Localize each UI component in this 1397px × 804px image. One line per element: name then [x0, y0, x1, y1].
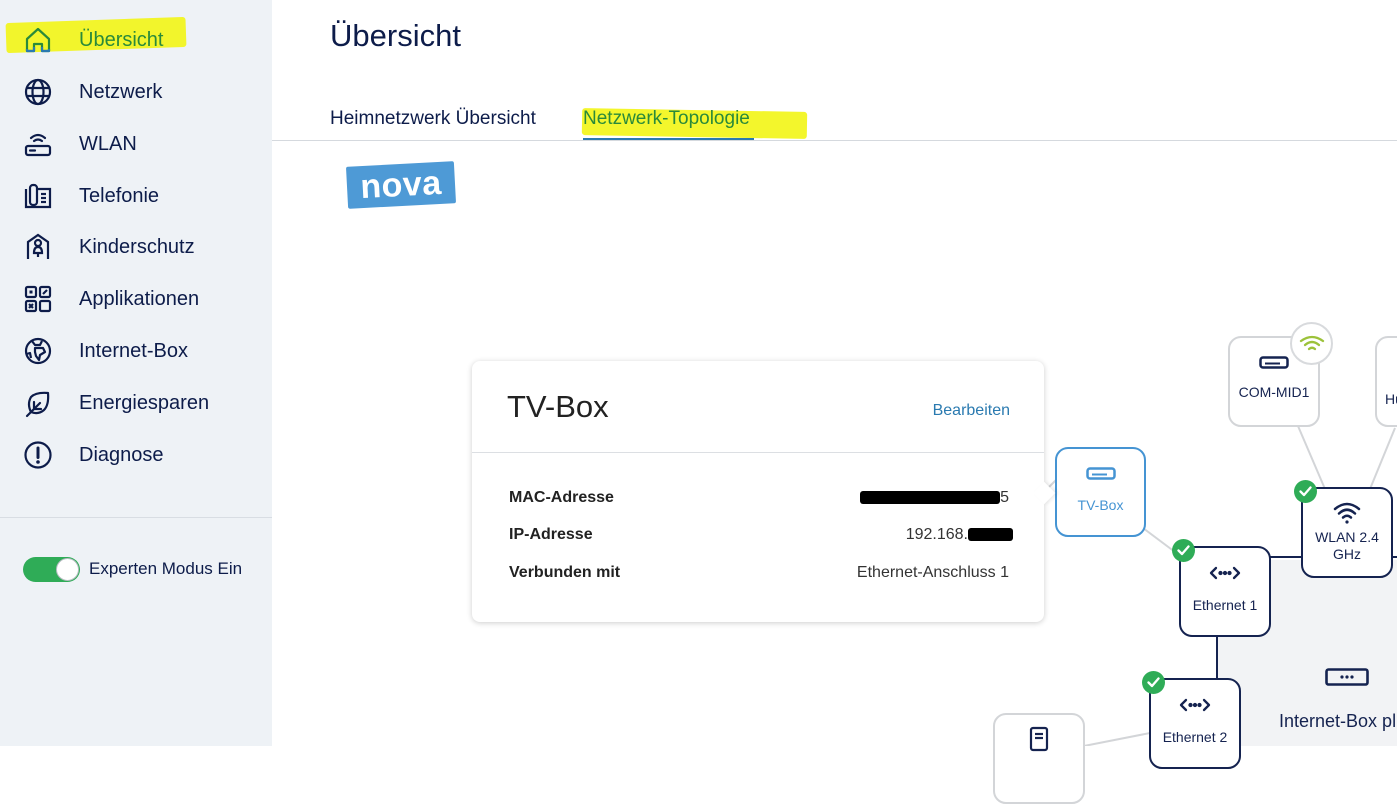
page-title: Übersicht [330, 18, 461, 53]
edit-button[interactable]: Bearbeiten [933, 402, 1010, 420]
nova-logo: nova [345, 161, 457, 209]
wifi-icon [1333, 501, 1361, 525]
globe-icon [22, 76, 54, 108]
node-label-line1: WLAN 2.4 [1315, 529, 1379, 545]
status-ok-icon [1142, 671, 1165, 694]
sidebar-divider [0, 517, 272, 518]
detail-key: MAC-Adresse [509, 489, 614, 506]
popup-divider [472, 452, 1044, 453]
redaction-bar [860, 491, 1001, 505]
detail-key: IP-Adresse [509, 526, 593, 543]
sidebar-item-telefonie[interactable]: Telefonie [0, 174, 272, 218]
sidebar-item-label: Kinderschutz [79, 235, 195, 258]
expert-mode-label: Experten Modus Ein [89, 559, 243, 578]
node-label: TV-Box [1077, 497, 1124, 513]
toggle-knob [56, 558, 79, 581]
set-top-box-icon [1085, 467, 1116, 481]
mac-value-redacted: 5 [860, 489, 1009, 507]
child-protection-icon [22, 231, 54, 263]
router-wifi-icon [22, 128, 54, 160]
node-ethernet-2[interactable]: Ethernet 2 [1149, 678, 1241, 769]
active-tab-indicator [583, 138, 754, 140]
sidebar-item-diagnose[interactable]: Diagnose [0, 433, 272, 477]
computer-tower-icon [1029, 726, 1049, 752]
home-icon [22, 24, 54, 56]
redaction-bar [968, 528, 1013, 542]
ethernet-icon [1179, 697, 1211, 713]
status-ok-icon [1294, 480, 1317, 503]
set-top-box-icon [1259, 356, 1289, 370]
detail-row-mac: MAC-Adresse 5 [509, 489, 1009, 511]
node-label: Ethernet 2 [1162, 729, 1228, 745]
sidebar-item-label: Internet-Box [79, 339, 188, 362]
sidebar-item-energiesparen[interactable]: Energiesparen [0, 381, 272, 425]
wifi-connection-badge [1290, 322, 1333, 365]
sidebar-item-netzwerk[interactable]: Netzwerk [0, 70, 272, 114]
node-hu-device[interactable]: Hu [1375, 336, 1397, 427]
sidebar-item-label: Übersicht [79, 28, 164, 51]
link-pc-ethernet2 [1083, 732, 1151, 746]
sidebar-item-label: Diagnose [79, 443, 164, 466]
sidebar-item-label: Telefonie [79, 184, 160, 207]
device-detail-popup: TV-Box Bearbeiten MAC-Adresse 5 IP-Adres… [472, 361, 1056, 622]
sidebar-item-label: Netzwerk [79, 80, 163, 103]
tab-netzwerk-topologie[interactable]: Netzwerk-Topologie [583, 108, 750, 130]
sidebar-item-label: Energiesparen [79, 391, 210, 414]
node-pc-device[interactable] [993, 713, 1085, 804]
ethernet-icon [1209, 565, 1241, 581]
sidebar-item-internet-box[interactable]: Internet-Box [0, 329, 272, 373]
expert-mode-toggle[interactable] [23, 557, 80, 582]
popup-title: TV-Box [507, 389, 609, 424]
detail-row-connected: Verbunden mit Ethernet-Anschluss 1 [509, 564, 1009, 586]
node-wlan-24[interactable]: WLAN 2.4 GHz [1301, 487, 1393, 578]
ip-value: 192.168. [906, 526, 1013, 544]
sidebar-item-label: WLAN [79, 132, 137, 155]
popup-arrow [1032, 481, 1056, 505]
apps-icon [22, 283, 54, 315]
leaf-icon [22, 387, 54, 419]
sidebar-item-applikationen[interactable]: Applikationen [0, 277, 272, 321]
tab-heimnetzwerk-uebersicht[interactable]: Heimnetzwerk Übersicht [330, 108, 536, 130]
sidebar: Übersicht Netzwerk WLAN Telefonie Kinder… [0, 0, 272, 746]
sidebar-item-uebersicht[interactable]: Übersicht [0, 18, 272, 62]
internet-box-icon [1325, 668, 1369, 693]
status-ok-icon [1172, 539, 1195, 562]
wifi-icon [1299, 335, 1324, 350]
detail-value: Ethernet-Anschluss 1 [856, 564, 1009, 581]
phone-icon [22, 180, 54, 212]
detail-key: Verbunden mit [509, 564, 621, 581]
node-tv-box[interactable]: TV-Box [1055, 447, 1146, 537]
sidebar-item-wlan[interactable]: WLAN [0, 122, 272, 166]
link-hu-wlan [1369, 427, 1396, 490]
earth-icon [22, 335, 54, 367]
node-label: COM-MID1 [1238, 384, 1310, 400]
node-label: Hu [1385, 391, 1397, 407]
node-label-line2: GHz [1333, 546, 1361, 562]
detail-row-ip: IP-Adresse 192.168. [509, 526, 1013, 548]
node-label: Internet-Box pl [1279, 711, 1397, 731]
tab-bar: Heimnetzwerk Übersicht Netzwerk-Topologi… [272, 100, 1397, 141]
node-internet-box[interactable]: Internet-Box pl [1270, 660, 1397, 746]
alert-circle-icon [22, 439, 54, 471]
sidebar-item-kinderschutz[interactable]: Kinderschutz [0, 225, 272, 269]
sidebar-item-label: Applikationen [79, 287, 200, 310]
node-ethernet-1[interactable]: Ethernet 1 [1179, 546, 1271, 637]
ip-prefix: 192.168. [905, 526, 968, 543]
node-label: Ethernet 1 [1192, 597, 1258, 613]
